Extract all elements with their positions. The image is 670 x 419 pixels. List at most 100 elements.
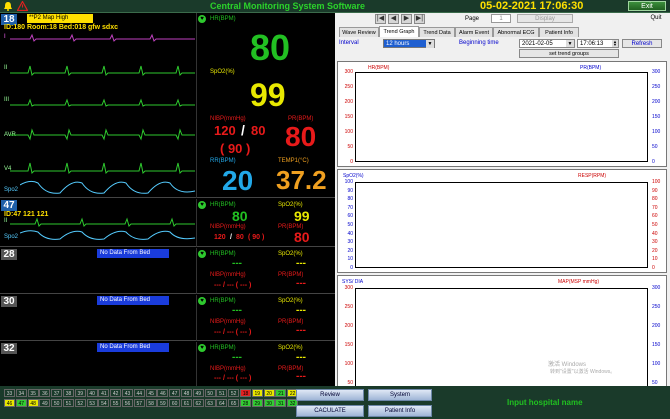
bed-select-cell[interactable]: 63	[204, 399, 216, 407]
bed-select-cell[interactable]: 43	[122, 389, 133, 397]
refresh-button[interactable]: Refresh	[622, 39, 662, 48]
alarm-bell-icon[interactable]	[3, 1, 13, 11]
exit-button[interactable]: Exit	[628, 1, 666, 11]
bed-select-cell[interactable]: 34	[15, 389, 27, 397]
bed-number[interactable]: 28	[1, 249, 17, 260]
bed-panel[interactable]: 18 **P2 Map High ID:180 Room:18 Bed:018 …	[0, 13, 335, 198]
tab-abnormal-ecg[interactable]: Abnormal ECG	[493, 27, 539, 37]
begin-time-spinner[interactable]: 17:06:13 ▲ ▼	[577, 39, 619, 48]
bed-select-cell[interactable]: 41	[98, 389, 110, 397]
bed-select-cell[interactable]: 56	[122, 399, 133, 407]
calculate-button[interactable]: CACULATE	[296, 405, 364, 417]
display-button[interactable]: Display	[517, 14, 573, 23]
bed-select-cell[interactable]: 62	[192, 399, 204, 407]
interval-select[interactable]: 12 hours ▼	[383, 39, 435, 48]
bed-select-cell[interactable]: 18	[240, 389, 251, 397]
warning-icon[interactable]	[16, 0, 29, 12]
ecg-waveform	[10, 65, 195, 76]
bed-select-cell[interactable]: 38	[63, 389, 74, 397]
beginning-time-label: Beginning time	[459, 40, 499, 46]
hr-value: ---	[232, 352, 242, 363]
bed-select-cell[interactable]: 57	[133, 399, 145, 407]
bed-select-cell[interactable]: 52	[228, 389, 240, 397]
tab-patient-info[interactable]: Patient Info	[539, 27, 579, 37]
bed-select-cell[interactable]: 33	[4, 389, 15, 397]
bed-select-cell[interactable]: 58	[145, 399, 157, 407]
bed-number[interactable]: 30	[1, 296, 17, 307]
bed-monitor-area: 18 **P2 Map High ID:180 Room:18 Bed:018 …	[0, 13, 335, 386]
bed-select-cell[interactable]: 50	[51, 399, 63, 407]
quit-button[interactable]: Quit	[645, 14, 667, 23]
app-title: Central Monitoring System Software	[210, 1, 366, 11]
bed-select-cell[interactable]: 51	[63, 399, 74, 407]
bed-select-cell[interactable]: 55	[110, 399, 122, 407]
bed-select-cell[interactable]: 42	[110, 389, 122, 397]
bed-select-cell[interactable]: 30	[263, 399, 275, 407]
bed-select-cell[interactable]: 64	[216, 399, 228, 407]
bed-select-cell[interactable]: 45	[145, 389, 157, 397]
review-button[interactable]: Review	[296, 389, 364, 401]
tab-wave-review[interactable]: Wave Review	[339, 27, 379, 37]
bed-select-cell[interactable]: 59	[157, 399, 169, 407]
bed-select-cell[interactable]: 35	[27, 389, 39, 397]
begin-date-picker[interactable]: 2021-02-05 ▼	[519, 39, 575, 48]
bed-select-cell[interactable]: 52	[74, 399, 86, 407]
bed-select-cell[interactable]: 48	[181, 389, 192, 397]
bed-select-cell[interactable]: 47	[169, 389, 181, 397]
bed-number[interactable]: 32	[1, 343, 17, 354]
bed-select-cell[interactable]: 49	[192, 389, 204, 397]
spinner-arrows-icon: ▲ ▼	[612, 39, 618, 47]
right-axis-tick: 40	[652, 230, 658, 237]
bed-panel[interactable]: 47 ID:47 121 121 II Spo2 ♥ HR(BPM) SpO2(…	[0, 199, 335, 247]
hospital-name[interactable]: Input hospital name	[507, 398, 583, 407]
pr-value: ---	[296, 278, 306, 289]
set-trend-groups-button[interactable]: set trend groups	[519, 49, 619, 58]
bed-select-cell[interactable]: 51	[216, 389, 228, 397]
bed-select-cell[interactable]: 21	[275, 389, 287, 397]
bed-number[interactable]: 47	[1, 200, 17, 211]
bed-select-cell[interactable]: 31	[275, 399, 287, 407]
bed-select-cell[interactable]: 60	[169, 399, 181, 407]
bed-select-cell[interactable]: 65	[228, 399, 240, 407]
bed-select-cell[interactable]: 48	[27, 399, 39, 407]
bed-select-cell[interactable]: 53	[86, 399, 98, 407]
bed-select-cell[interactable]: 54	[98, 399, 110, 407]
patient-info-button[interactable]: Patient Info	[368, 405, 432, 417]
bed-select-cell[interactable]: 37	[51, 389, 63, 397]
right-axis-tick: 250	[652, 304, 661, 310]
left-axis-tick: 300	[344, 285, 353, 291]
last-page-button[interactable]: ▶|	[414, 14, 425, 24]
pr-value: 80	[294, 229, 310, 245]
system-button[interactable]: System	[368, 389, 432, 401]
trend-panel: |◀ ◀ ▶ ▶| Page 1 Display Quit Wave Revie…	[335, 13, 670, 408]
bed-select-cell[interactable]: 46	[157, 389, 169, 397]
bed-select-cell[interactable]: 28	[240, 399, 251, 407]
page-input[interactable]: 1	[491, 14, 511, 23]
bed-panel[interactable]: 28 No Data From Bed ♥ HR(BPM) SpO2(%) --…	[0, 248, 335, 294]
first-page-button[interactable]: |◀	[375, 14, 386, 24]
heart-icon: ♥	[198, 344, 206, 352]
bed-select-cell[interactable]: 61	[181, 399, 192, 407]
tab-trend-data[interactable]: Trend Data	[419, 27, 455, 37]
tab-alarm-event[interactable]: Alarm Event	[455, 27, 493, 37]
bed-select-cell[interactable]: 47	[15, 399, 27, 407]
bed-select-cell[interactable]: 50	[204, 389, 216, 397]
nibp-separator: /	[230, 234, 232, 241]
next-page-button[interactable]: ▶	[401, 14, 412, 24]
bed-select-cell[interactable]: 19	[251, 389, 263, 397]
no-data-banner: No Data From Bed	[97, 296, 169, 305]
bed-select-cell[interactable]: 44	[133, 389, 145, 397]
bed-panel[interactable]: 32 No Data From Bed ♥ HR(BPM) SpO2(%) --…	[0, 342, 335, 386]
tab-trend-graph[interactable]: Trend Graph	[379, 26, 419, 37]
bed-select-cell[interactable]: 46	[4, 399, 15, 407]
nibp-diastolic: 80	[251, 123, 266, 138]
bed-select-cell[interactable]: 20	[263, 389, 275, 397]
bed-select-cell[interactable]: 36	[39, 389, 51, 397]
bed-select-cell[interactable]: 39	[74, 389, 86, 397]
bed-select-cell[interactable]: 40	[86, 389, 98, 397]
bed-select-cell[interactable]: 49	[39, 399, 51, 407]
bed-select-cell[interactable]: 29	[251, 399, 263, 407]
hr-label: HR(BPM)	[210, 298, 236, 304]
bed-panel[interactable]: 30 No Data From Bed ♥ HR(BPM) SpO2(%) --…	[0, 295, 335, 341]
prev-page-button[interactable]: ◀	[388, 14, 399, 24]
